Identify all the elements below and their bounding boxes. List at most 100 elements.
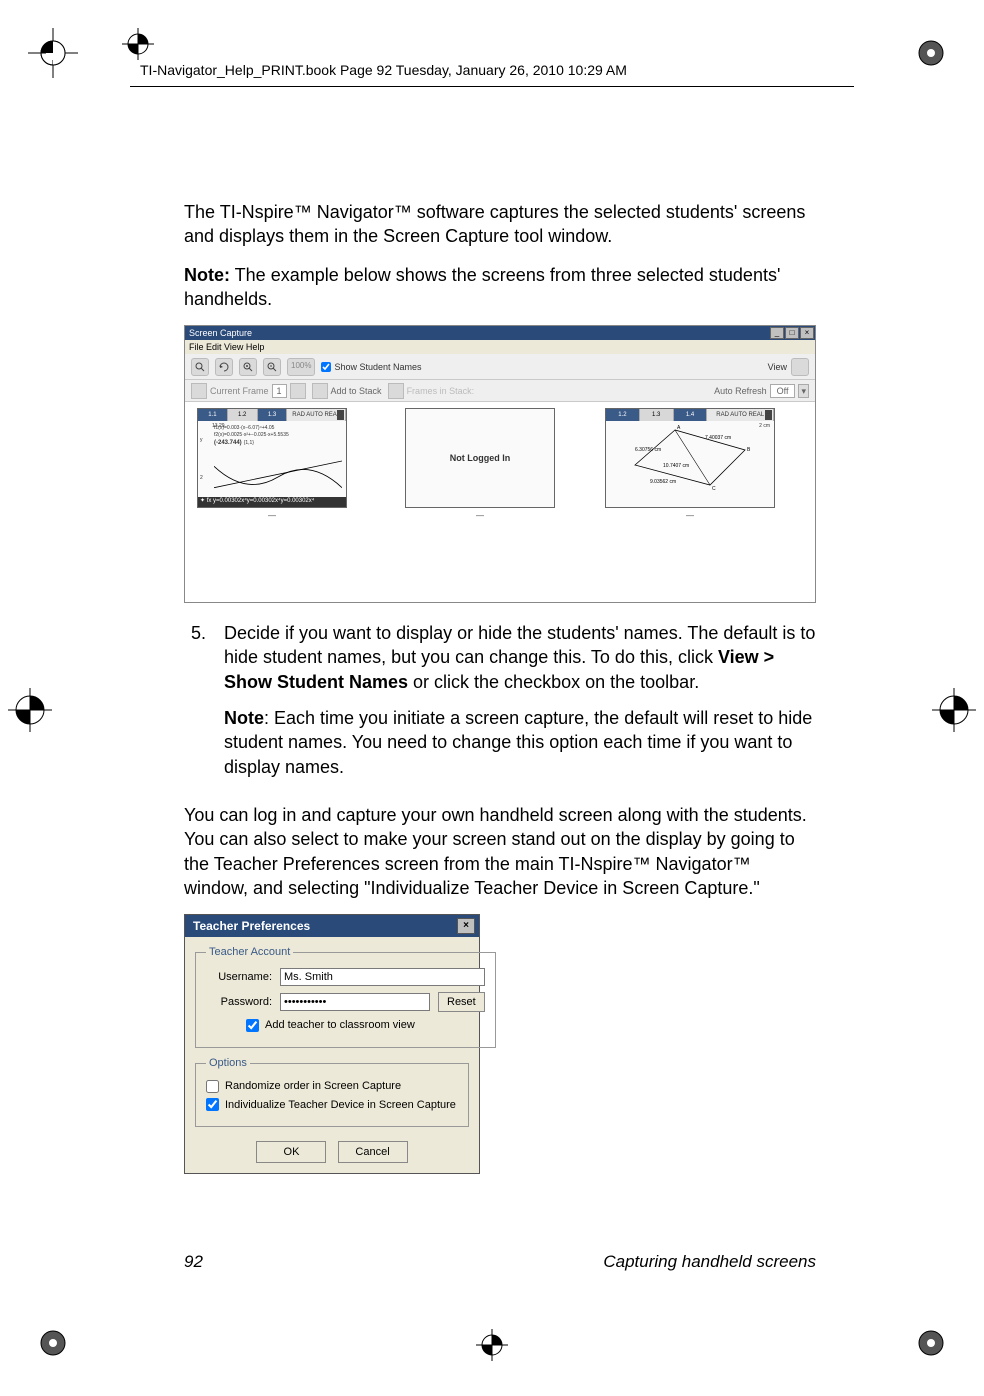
show-student-names-input[interactable]	[321, 362, 331, 372]
dev3-tab3: 1.4	[674, 409, 708, 421]
view-selector[interactable]: View	[768, 358, 809, 376]
dev3-tab1: 1.2	[606, 409, 640, 421]
battery-icon	[337, 410, 344, 420]
note-label: Note:	[184, 265, 230, 285]
zoom-icon[interactable]	[239, 358, 257, 376]
step-number-5: 5.	[184, 621, 206, 791]
crop-mark-tr	[906, 28, 956, 78]
individualize-checkbox[interactable]	[206, 1098, 219, 1111]
device-thumb-2[interactable]: Not Logged In —	[405, 408, 555, 522]
login-capture-paragraph: You can log in and capture your own hand…	[184, 803, 816, 900]
show-student-names-checkbox[interactable]: Show Student Names	[321, 361, 421, 373]
randomize-label: Randomize order in Screen Capture	[225, 1079, 401, 1094]
ok-button[interactable]: OK	[256, 1141, 326, 1163]
screen-capture-title: Screen Capture	[189, 327, 252, 339]
screen-capture-body: 1.1 1.2 1.3 RAD AUTO REAL 13.29 y2 f1(x)…	[185, 402, 815, 602]
step5-note: Note: Each time you initiate a screen ca…	[224, 706, 816, 779]
page-number: 92	[184, 1252, 203, 1272]
screen-capture-menubar[interactable]: File Edit View Help	[185, 340, 815, 354]
show-student-names-label: Show Student Names	[334, 361, 421, 373]
zoom-out-icon[interactable]	[263, 358, 281, 376]
frame-number: 1	[272, 384, 287, 398]
stack-label: Frames in Stack:	[407, 385, 475, 397]
username-input[interactable]	[280, 968, 485, 986]
teacher-account-legend: Teacher Account	[206, 945, 293, 960]
dev3-caption: —	[605, 511, 775, 522]
dropdown-icon[interactable]: ▾	[798, 384, 809, 398]
note2-label: Note	[224, 708, 264, 728]
svg-text:C: C	[712, 486, 716, 492]
grid-view-icon[interactable]	[791, 358, 809, 376]
screen-capture-toolbar-1: 100% Show Student Names View	[185, 354, 815, 380]
registration-mark-left	[0, 680, 60, 740]
randomize-checkbox[interactable]	[206, 1080, 219, 1093]
add-teacher-checkbox[interactable]	[246, 1019, 259, 1032]
screen-capture-window: Screen Capture _ □ × File Edit View Help…	[184, 325, 816, 603]
svg-text:10.7407 cm: 10.7407 cm	[663, 463, 689, 469]
dev1-footer-icon: ✦ fx	[200, 498, 213, 504]
note-paragraph-1: Note: The example below shows the screen…	[184, 263, 816, 312]
crop-mark-bl	[28, 1318, 78, 1368]
auto-refresh-label: Auto Refresh	[714, 385, 767, 397]
teacher-prefs-title: Teacher Preferences	[193, 918, 310, 934]
zoom-in-icon[interactable]	[191, 358, 209, 376]
teacher-account-fieldset: Teacher Account Username: Password: Rese…	[195, 945, 496, 1048]
reset-button[interactable]: Reset	[438, 992, 485, 1012]
svg-text:B: B	[747, 447, 751, 453]
teacher-preferences-dialog: Teacher Preferences × Teacher Account Us…	[184, 914, 480, 1174]
zoom-percent-icon[interactable]: 100%	[287, 358, 315, 376]
dev1-tab2: 1.2	[228, 409, 258, 421]
battery-icon	[765, 410, 772, 420]
note-text-1: The example below shows the screens from…	[184, 265, 780, 309]
dev2-text: Not Logged In	[450, 452, 511, 464]
add-to-stack-icon[interactable]	[312, 383, 328, 399]
header-rule	[130, 86, 854, 87]
frames-icon[interactable]	[191, 383, 207, 399]
username-label: Username:	[206, 970, 272, 985]
svg-text:9.03562 cm: 9.03562 cm	[650, 479, 676, 485]
cancel-button[interactable]: Cancel	[338, 1141, 408, 1163]
dev1-ab: {1,1}	[244, 440, 254, 447]
dev3-header: RAD AUTO REAL	[707, 409, 774, 421]
svg-text:A: A	[677, 425, 681, 431]
svg-text:7.40037 cm: 7.40037 cm	[705, 435, 731, 441]
dev1-eq1: f1(x)=0.003·(x−6.07)⁴+4.05	[214, 425, 342, 432]
view-label: View	[768, 361, 787, 373]
password-input[interactable]	[280, 993, 430, 1011]
stack-icon[interactable]	[388, 383, 404, 399]
dev1-point: (-243.744)	[214, 439, 242, 447]
minimize-icon[interactable]: _	[770, 327, 784, 339]
dev1-tab1: 1.1	[198, 409, 228, 421]
close-icon[interactable]: ×	[457, 918, 475, 934]
step5-text-b: or click the checkbox on the toolbar.	[408, 672, 699, 692]
section-title: Capturing handheld screens	[603, 1252, 816, 1272]
add-to-stack-label[interactable]: Add to Stack	[331, 385, 382, 397]
current-frame-label: Current Frame	[210, 385, 269, 397]
dev3-scale: 2 cm	[759, 423, 770, 430]
crop-mark-tl	[28, 28, 78, 78]
dev1-tab3: 1.3	[258, 409, 288, 421]
svg-text:6.30756 cm: 6.30756 cm	[635, 447, 661, 453]
individualize-label: Individualize Teacher Device in Screen C…	[225, 1098, 456, 1113]
add-teacher-label: Add teacher to classroom view	[265, 1018, 415, 1033]
options-fieldset: Options Randomize order in Screen Captur…	[195, 1056, 469, 1128]
header-registration-mark	[120, 26, 156, 67]
dev2-caption: —	[405, 511, 555, 522]
screen-capture-toolbar-2: Current Frame 1 Add to Stack Frames in S…	[185, 380, 815, 402]
dev1-caption: —	[197, 511, 347, 522]
crop-mark-br	[906, 1318, 956, 1368]
running-head: TI-Navigator_Help_PRINT.book Page 92 Tue…	[140, 62, 627, 78]
registration-mark-right	[924, 680, 984, 740]
refresh-icon[interactable]	[215, 358, 233, 376]
device-thumb-1[interactable]: 1.1 1.2 1.3 RAD AUTO REAL 13.29 y2 f1(x)…	[197, 408, 347, 522]
dev3-tab2: 1.3	[640, 409, 674, 421]
device-thumb-3[interactable]: 1.2 1.3 1.4 RAD AUTO REAL 2 cm	[605, 408, 775, 522]
password-label: Password:	[206, 995, 272, 1010]
dev2-body: Not Logged In	[405, 408, 555, 508]
auto-refresh-value[interactable]: Off	[770, 384, 796, 398]
close-icon[interactable]: ×	[800, 327, 814, 339]
footer-registration-mark	[474, 1327, 510, 1368]
note2-text: : Each time you initiate a screen captur…	[224, 708, 812, 777]
maximize-icon[interactable]: □	[785, 327, 799, 339]
frames-list-icon[interactable]	[290, 383, 306, 399]
